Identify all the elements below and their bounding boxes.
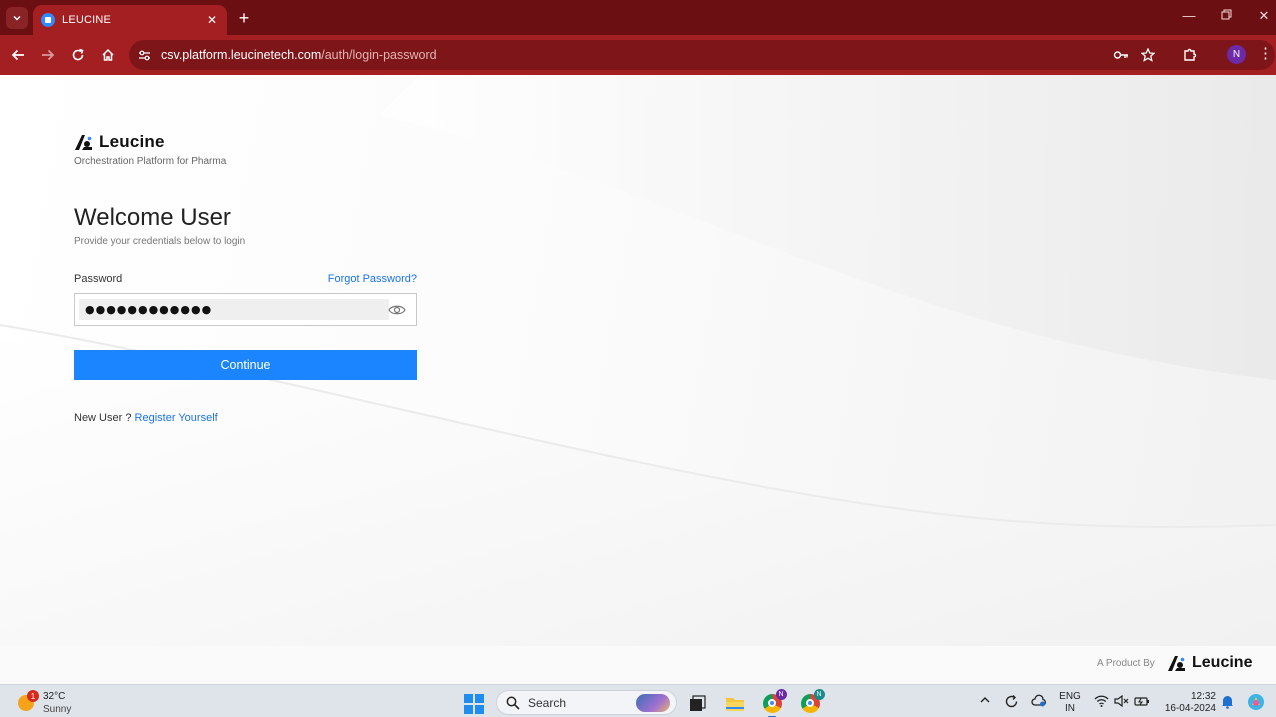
new-user-row: New User ? Register Yourself <box>74 412 218 424</box>
battery-charging-icon[interactable] <box>1134 695 1150 710</box>
wifi-icon[interactable] <box>1094 695 1109 710</box>
clock-date: 16-04-2024 <box>1164 703 1216 714</box>
product-by-text: A Product By <box>1097 658 1155 669</box>
leucine-favicon-icon <box>41 13 55 27</box>
password-label: Password <box>74 273 123 285</box>
weather-badge: 1 <box>27 690 39 702</box>
task-view-icon[interactable] <box>687 693 707 713</box>
cloud-backup-icon[interactable] <box>1031 694 1047 711</box>
restore-icon[interactable] <box>1215 8 1237 23</box>
brand-logo: Leucine <box>74 132 165 152</box>
tab-title: LEUCINE <box>62 14 112 26</box>
chrome-profile-2-icon[interactable]: N <box>800 688 825 713</box>
url-host: csv.platform.leucinetech.com <box>161 48 322 62</box>
password-field-wrapper <box>74 293 417 326</box>
show-password-eye-icon[interactable] <box>387 301 407 319</box>
login-page: Leucine Orchestration Platform for Pharm… <box>0 75 1276 684</box>
bookmark-star-icon[interactable] <box>1139 46 1157 64</box>
windows-taskbar: 1 32°C Sunny Search N N ENG IN 12:32 16-… <box>0 684 1276 717</box>
search-label: Search <box>528 695 567 710</box>
tab-search-chevron-icon[interactable] <box>6 7 28 29</box>
weather-temperature[interactable]: 32°C <box>43 691 65 702</box>
tab-leucine[interactable]: LEUCINE ✕ <box>33 5 227 35</box>
reload-icon[interactable] <box>68 45 88 65</box>
footer-brand-logo: Leucine <box>1167 654 1252 672</box>
page-footer: A Product By Leucine <box>0 646 1276 684</box>
speaker-muted-icon[interactable] <box>1114 694 1129 710</box>
lang-line-1: ENG <box>1059 691 1081 702</box>
continue-button[interactable]: Continue <box>74 350 417 380</box>
tab-close-icon[interactable]: ✕ <box>205 13 219 27</box>
leucine-logo-icon <box>75 134 92 150</box>
url-path: /auth/login-password <box>321 48 437 62</box>
minimize-icon[interactable]: — <box>1178 8 1200 23</box>
address-bar[interactable]: csv.platform.leucinetech.com/auth/login-… <box>129 40 1275 70</box>
password-key-icon[interactable] <box>1112 46 1130 64</box>
footer-leucine-logo-icon <box>1168 655 1185 671</box>
copilot-icon[interactable] <box>1247 693 1265 714</box>
browser-toolbar: csv.platform.leucinetech.com/auth/login-… <box>0 35 1276 75</box>
browser-menu-kebab-icon[interactable]: ⋮ <box>1258 46 1273 61</box>
notification-bell-icon[interactable] <box>1221 694 1234 712</box>
password-field-fill <box>79 299 389 320</box>
back-arrow-icon[interactable] <box>8 45 28 65</box>
search-icon <box>506 696 520 710</box>
home-icon[interactable] <box>98 45 118 65</box>
sync-icon[interactable] <box>1004 694 1019 712</box>
forward-arrow-icon[interactable] <box>38 45 58 65</box>
welcome-subtitle: Provide your credentials below to login <box>74 236 246 247</box>
taskbar-search-box[interactable]: Search <box>496 690 677 715</box>
windows-start-icon[interactable] <box>464 694 484 714</box>
site-info-tune-icon[interactable] <box>137 48 151 62</box>
profile-avatar[interactable]: N <box>1227 45 1246 64</box>
brand-name: Leucine <box>99 132 165 151</box>
tray-overflow-chevron-icon[interactable] <box>979 695 991 708</box>
weather-condition[interactable]: Sunny <box>43 704 71 715</box>
clock-time: 12:32 <box>1190 691 1216 702</box>
new-tab-plus-icon[interactable]: + <box>234 8 254 28</box>
forgot-password-link[interactable]: Forgot Password? <box>324 273 417 285</box>
window-close-icon[interactable]: ✕ <box>1253 8 1275 24</box>
password-input[interactable] <box>85 301 385 318</box>
chrome-profile-1-icon[interactable]: N <box>762 688 787 717</box>
input-language-indicator[interactable]: ENG IN <box>1059 691 1081 715</box>
extensions-puzzle-icon[interactable] <box>1181 45 1199 63</box>
url-text: csv.platform.leucinetech.com/auth/login-… <box>161 48 437 62</box>
file-explorer-icon[interactable] <box>725 693 745 713</box>
register-yourself-link[interactable]: Register Yourself <box>135 412 218 424</box>
chrome-profile-2-badge: N <box>813 688 825 700</box>
footer-brand-name: Leucine <box>1192 654 1253 671</box>
welcome-title: Welcome User <box>74 204 231 231</box>
browser-tab-bar: LEUCINE ✕ + — ✕ <box>0 0 1276 35</box>
brand-tagline: Orchestration Platform for Pharma <box>74 156 227 167</box>
new-user-text: New User ? <box>74 412 132 424</box>
chrome-profile-1-badge: N <box>775 688 787 700</box>
lang-line-2: IN <box>1065 703 1075 714</box>
taskbar-clock[interactable]: 12:32 16-04-2024 <box>1160 691 1216 715</box>
search-highlight-image <box>636 694 670 712</box>
